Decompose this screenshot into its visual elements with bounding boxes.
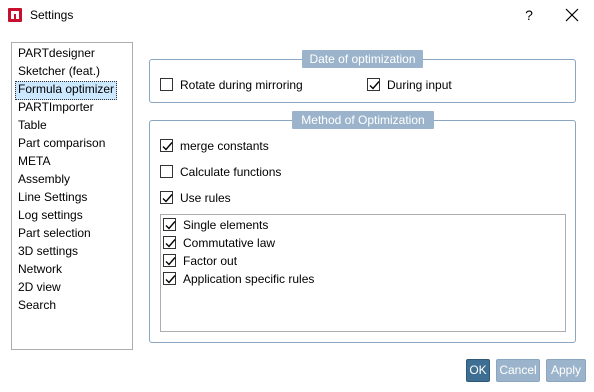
nav-item-search[interactable]: Search — [15, 297, 59, 314]
checkmark-icon — [367, 78, 380, 91]
help-button[interactable]: ? — [522, 6, 536, 24]
nav-item-2d-view[interactable]: 2D view — [15, 279, 64, 296]
nav-item-line-settings[interactable]: Line Settings — [15, 189, 90, 206]
nav-item-part-selection[interactable]: Part selection — [15, 225, 94, 242]
checkbox-unchecked-icon — [160, 165, 173, 178]
nav-item-network[interactable]: Network — [15, 261, 65, 278]
nav-item-log-settings[interactable]: Log settings — [15, 207, 86, 224]
nav-item-formula-optimizer[interactable]: Formula optimizer — [15, 81, 118, 100]
ok-button[interactable]: OK — [466, 359, 490, 382]
settings-app-icon — [8, 8, 22, 22]
apply-button[interactable]: Apply — [546, 359, 586, 382]
checkmark-icon — [160, 191, 173, 204]
checkmark-icon — [163, 254, 176, 267]
method-of-optimization-title: Method of Optimization — [292, 111, 434, 129]
checkmark-icon — [160, 139, 173, 152]
window-title: Settings — [30, 8, 74, 22]
checkbox-unchecked-icon — [160, 78, 173, 91]
nav-item-partimporter[interactable]: PARTImporter — [15, 99, 97, 116]
checkmark-icon — [163, 272, 176, 285]
nav-item-assembly[interactable]: Assembly — [15, 171, 73, 188]
settings-category-list[interactable]: PARTdesigner Sketcher (feat.) Formula op… — [11, 42, 133, 350]
nav-item-table[interactable]: Table — [15, 117, 50, 134]
rules-list[interactable]: Single elements Commutative law Factor o… — [160, 214, 566, 332]
cancel-button[interactable]: Cancel — [496, 359, 540, 382]
nav-item-sketcher[interactable]: Sketcher (feat.) — [15, 63, 103, 80]
nav-item-meta[interactable]: META — [15, 153, 53, 170]
nav-item-part-comparison[interactable]: Part comparison — [15, 135, 108, 152]
title-bar: Settings ? — [0, 0, 594, 30]
nav-item-3d-settings[interactable]: 3D settings — [15, 243, 81, 260]
close-icon[interactable] — [563, 6, 581, 24]
checkmark-icon — [163, 236, 176, 249]
date-of-optimization-title: Date of optimization — [302, 50, 423, 68]
nav-item-partdesigner[interactable]: PARTdesigner — [15, 45, 98, 62]
checkmark-icon — [163, 218, 176, 231]
